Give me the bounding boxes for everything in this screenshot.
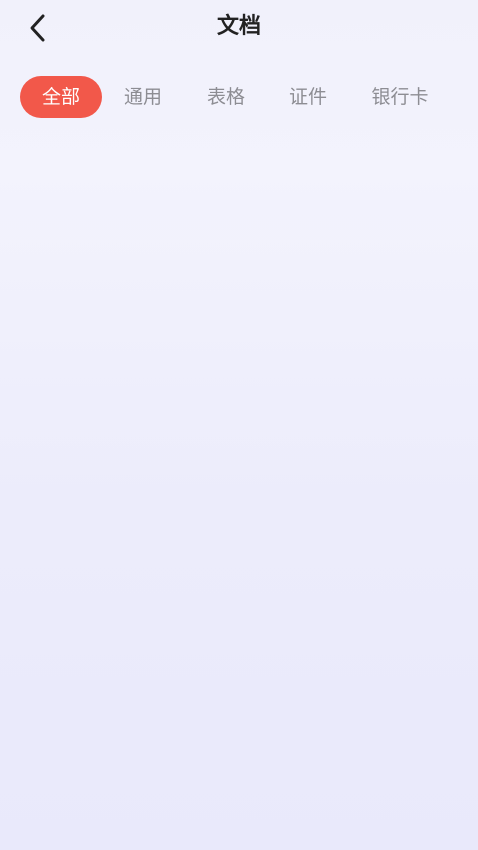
document-list-area — [0, 130, 478, 850]
tab-bank-card[interactable]: 银行卡 — [362, 76, 438, 118]
page-title: 文档 — [216, 14, 261, 39]
tab-all[interactable]: 全部 — [20, 76, 102, 118]
tab-general[interactable]: 通用 — [112, 76, 174, 118]
category-tabs: 全部 通用 表格 证件 银行卡 — [0, 76, 478, 118]
header-bar: 文档 — [0, 0, 478, 56]
tab-table[interactable]: 表格 — [195, 76, 257, 118]
tab-id-card[interactable]: 证件 — [277, 76, 339, 118]
